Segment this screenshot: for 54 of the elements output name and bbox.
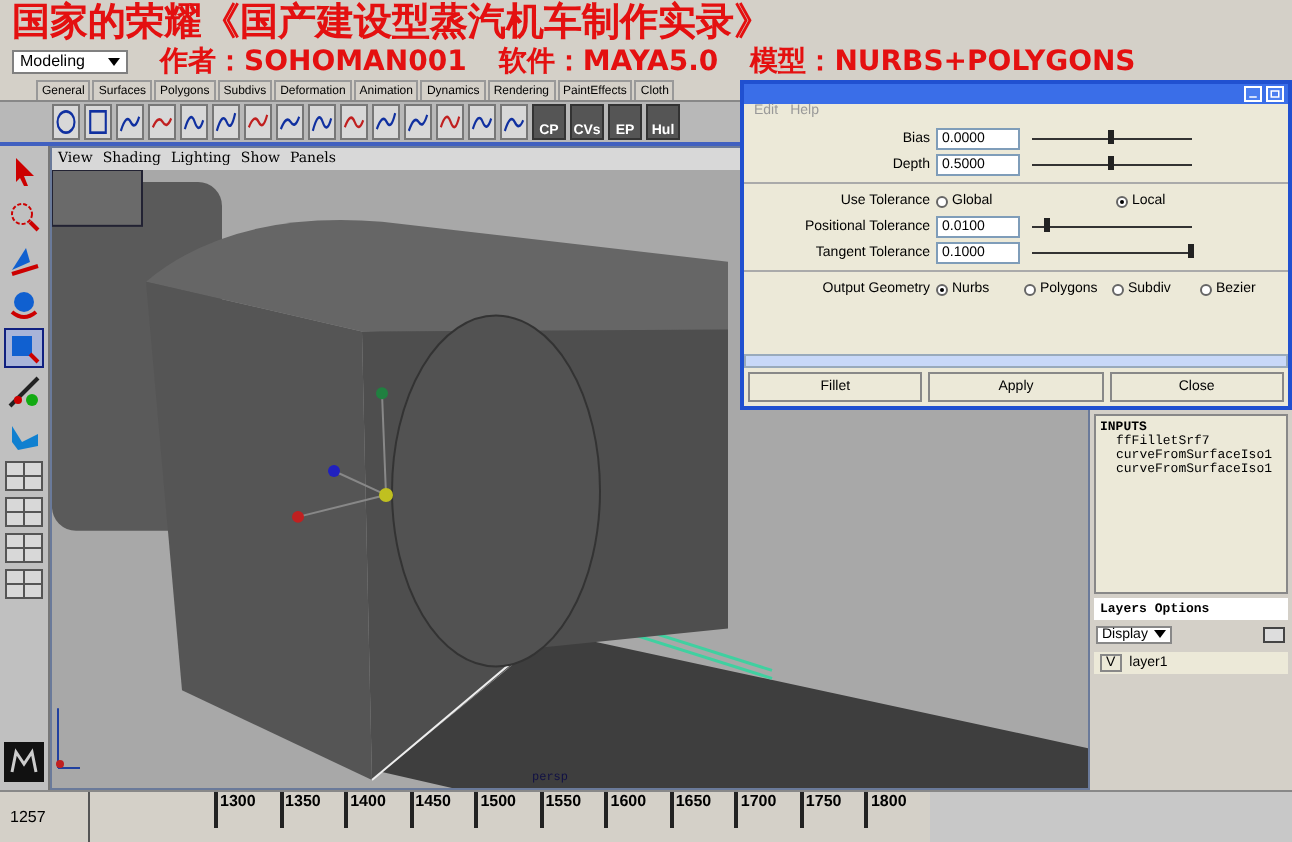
curve-tool-icon[interactable] bbox=[500, 104, 528, 140]
curve-tool-icon[interactable] bbox=[148, 104, 176, 140]
curve-tool-icon[interactable] bbox=[276, 104, 304, 140]
new-layer-icon[interactable] bbox=[1262, 624, 1286, 644]
curve-tool-icon[interactable] bbox=[116, 104, 144, 140]
radio-button[interactable] bbox=[1200, 283, 1212, 295]
scale-tool-icon[interactable] bbox=[4, 328, 44, 368]
layout-icon[interactable] bbox=[4, 496, 44, 528]
frame-tick-label: 1750 bbox=[799, 792, 865, 828]
minimize-icon[interactable] bbox=[1244, 86, 1262, 102]
frame-tick-label: 1650 bbox=[669, 792, 735, 828]
frame-tick-label: 1550 bbox=[539, 792, 605, 828]
curve-tool-icon[interactable] bbox=[244, 104, 272, 140]
curve-tool-icon[interactable] bbox=[84, 104, 112, 140]
curve-tool-icon[interactable] bbox=[180, 104, 208, 140]
curve-tool-icon[interactable] bbox=[372, 104, 400, 140]
layout-icon[interactable] bbox=[4, 568, 44, 600]
radio-button[interactable] bbox=[1024, 283, 1036, 295]
frame-tick-label: 1450 bbox=[409, 792, 475, 828]
maximize-icon[interactable] bbox=[1266, 86, 1284, 102]
slider-thumb[interactable] bbox=[1188, 244, 1194, 258]
manipulator-icon[interactable] bbox=[4, 372, 44, 412]
radio-button[interactable] bbox=[936, 283, 948, 295]
slider-thumb[interactable] bbox=[1044, 218, 1050, 232]
radio-button[interactable] bbox=[1116, 195, 1128, 207]
credit-text: 作者：SOHOMAN001 bbox=[160, 43, 467, 79]
frame-tick-label: 1350 bbox=[279, 792, 345, 828]
overlay-title: 国家的荣耀《国产建设型蒸汽机车制作实录》 bbox=[12, 0, 772, 46]
axis-icon bbox=[56, 707, 81, 770]
frame-tick-label: 1700 bbox=[734, 792, 800, 828]
current-frame-field[interactable]: 1257 bbox=[0, 792, 90, 842]
curve-tool-icon[interactable] bbox=[308, 104, 336, 140]
radio-button[interactable] bbox=[1112, 283, 1124, 295]
frame-tick-label: 1300 bbox=[214, 792, 280, 828]
radio-button[interactable] bbox=[936, 195, 948, 207]
curve-tool-icon[interactable] bbox=[436, 104, 464, 140]
frame-tick-label: 1600 bbox=[604, 792, 670, 828]
curve-tool-icon[interactable] bbox=[52, 104, 80, 140]
slider-thumb[interactable] bbox=[1108, 130, 1114, 144]
curve-tool-icon[interactable] bbox=[404, 104, 432, 140]
slider-thumb[interactable] bbox=[1108, 156, 1114, 170]
layout-icon[interactable] bbox=[4, 460, 44, 492]
horizontal-scrollbar[interactable] bbox=[744, 354, 1288, 368]
curve-tool-icon[interactable] bbox=[468, 104, 496, 140]
frame-tick-label: 1400 bbox=[344, 792, 410, 828]
curve-tool-icon[interactable] bbox=[212, 104, 240, 140]
caret-icon bbox=[1153, 630, 1166, 638]
curve-tool-icon[interactable] bbox=[340, 104, 368, 140]
credit-text: 软件：MAYA5.0 bbox=[498, 43, 719, 79]
credit-text: 模型：NURBS+POLYGONS bbox=[750, 43, 1136, 79]
frame-tick-label: 1500 bbox=[474, 792, 540, 828]
mode-dropdown[interactable]: Modeling bbox=[12, 49, 128, 73]
caret-icon bbox=[108, 57, 120, 65]
layout-icon[interactable] bbox=[4, 532, 44, 564]
